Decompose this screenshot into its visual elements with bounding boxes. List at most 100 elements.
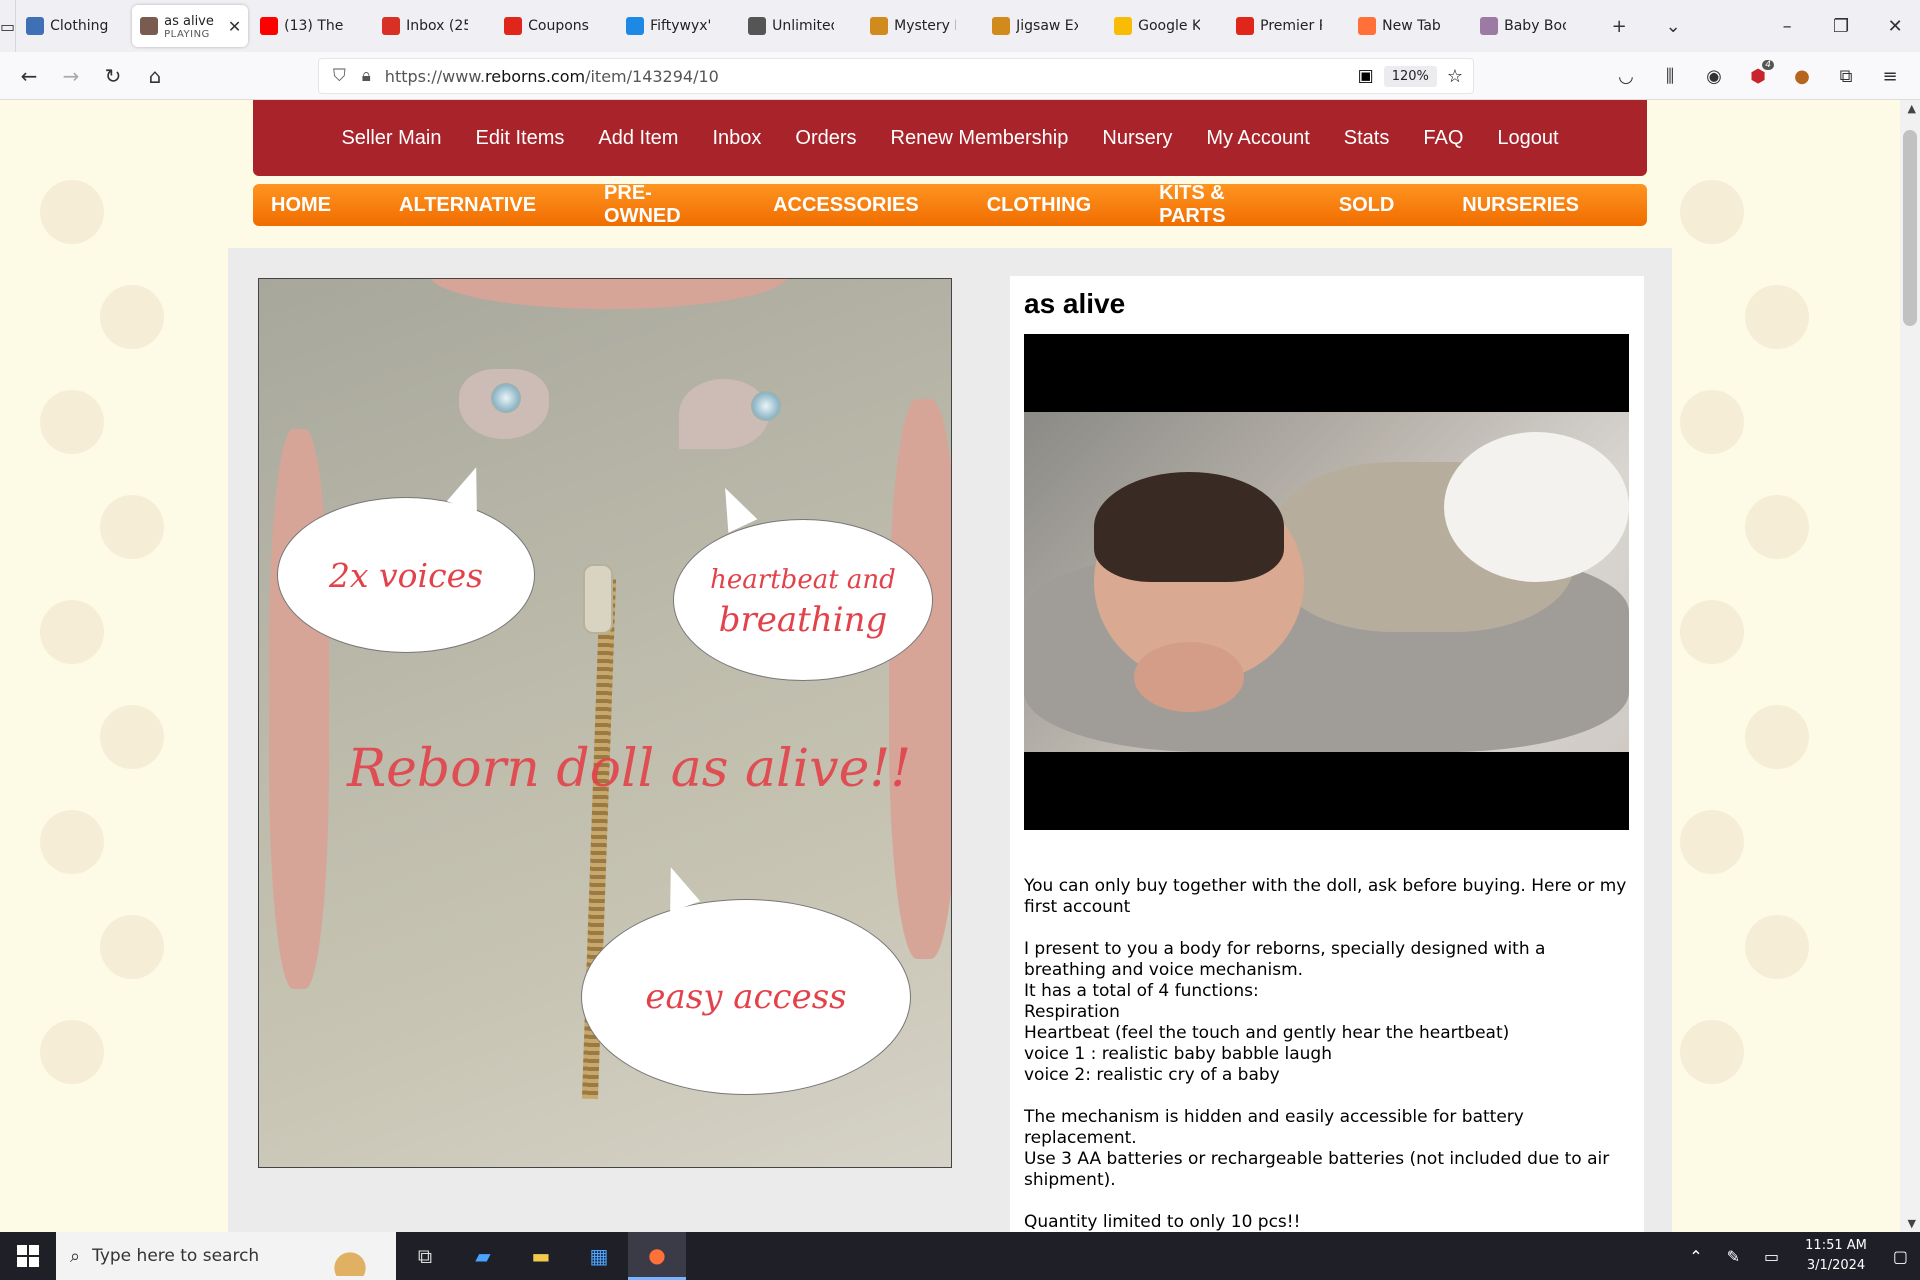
task-view-icon[interactable]: ⧉ (396, 1232, 454, 1280)
close-tab-icon[interactable]: ✕ (228, 17, 241, 36)
nav-link-edit-items[interactable]: Edit Items (475, 127, 564, 150)
new-tab-icon[interactable]: + (1592, 16, 1646, 37)
nav-link-stats[interactable]: Stats (1344, 127, 1390, 150)
category-link-alternative[interactable]: ALTERNATIVE (399, 194, 536, 217)
gmail-icon (382, 17, 401, 35)
restore-icon[interactable]: ❐ (1814, 16, 1868, 37)
tab-10[interactable]: Premier Pr (1228, 6, 1346, 46)
firefox-taskbar-icon[interactable]: ● (628, 1232, 686, 1280)
pen-icon[interactable]: ✎ (1727, 1247, 1740, 1266)
tab-label: as alive (164, 13, 214, 29)
tab-4[interactable]: Coupons a (496, 6, 614, 46)
category-link-clothing[interactable]: CLOTHING (987, 194, 1091, 217)
file-explorer-icon[interactable]: ▬ (512, 1232, 570, 1280)
network-icon[interactable]: ▭ (1764, 1247, 1779, 1266)
tab-3[interactable]: Inbox (256 (374, 6, 492, 46)
chevron-down-icon[interactable]: ⌄ (1646, 16, 1700, 37)
nav-link-orders[interactable]: Orders (795, 127, 856, 150)
category-link-home[interactable]: HOME (271, 194, 331, 217)
youtube-icon (260, 17, 279, 35)
url-text[interactable]: https://www.reborns.com/item/143294/10 (385, 67, 719, 86)
url-bar[interactable]: ⛉ 🔒︎ https://www.reborns.com/item/143294… (318, 58, 1474, 94)
description-line: voice 2: realistic cry of a baby (1024, 1065, 1280, 1085)
item-video-player[interactable] (1024, 334, 1629, 830)
atom-icon (748, 17, 767, 35)
notifications-icon[interactable]: ▢ (1893, 1247, 1908, 1266)
shop-icon (1480, 17, 1499, 35)
adblock-icon[interactable]: ⬢ 4 (1738, 60, 1778, 92)
windows-start-icon[interactable] (0, 1232, 56, 1280)
scroll-thumb[interactable] (1903, 130, 1917, 326)
tab-9[interactable]: Google Ke (1106, 6, 1224, 46)
caption-voices: 2x voices (328, 555, 484, 595)
tab-7[interactable]: Mystery Pu (862, 6, 980, 46)
nav-link-my-account[interactable]: My Account (1206, 127, 1309, 150)
tab-list-icon[interactable]: ▭ (0, 0, 17, 52)
reload-icon[interactable]: ↻ (92, 58, 134, 94)
tab-6[interactable]: Unlimited T (740, 6, 858, 46)
tab-8[interactable]: Jigsaw Exp (984, 6, 1102, 46)
reader-view-icon[interactable]: ▣ (1358, 66, 1374, 86)
category-link-pre-owned[interactable]: PRE-OWNED (604, 182, 705, 228)
library-icon[interactable]: ⫼ (1650, 60, 1690, 92)
category-link-nurseries[interactable]: NURSERIES (1462, 194, 1579, 217)
tab-2[interactable]: (13) The nc (252, 6, 370, 46)
page-scrollbar[interactable]: ▲ ▼ (1900, 100, 1920, 1232)
tab-0[interactable]: Clothing su (18, 6, 128, 46)
category-link-accessories[interactable]: ACCESSORIES (773, 194, 919, 217)
minimize-icon[interactable]: – (1760, 16, 1814, 37)
tab-12[interactable]: Baby Booti (1472, 6, 1590, 46)
tab-1[interactable]: as alive PLAYING ✕ (132, 5, 249, 47)
nav-link-faq[interactable]: FAQ (1423, 127, 1463, 150)
nav-link-inbox[interactable]: Inbox (712, 127, 761, 150)
url-prefix: https://www. (384, 66, 486, 86)
back-icon[interactable]: ← (8, 58, 50, 94)
video-frame (1024, 412, 1629, 752)
store-icon[interactable]: ▦ (570, 1232, 628, 1280)
baby-chin (429, 279, 789, 309)
description-line: It has a total of 4 functions: (1024, 981, 1259, 1001)
opera-icon (504, 17, 523, 35)
nav-link-renew-membership[interactable]: Renew Membership (891, 127, 1069, 150)
tab-5[interactable]: Fiftywyx's F (618, 6, 736, 46)
category-link-sold[interactable]: SOLD (1339, 194, 1395, 217)
extension-monkey-icon[interactable]: ● (1782, 60, 1822, 92)
zoom-level[interactable]: 120% (1383, 65, 1437, 87)
description-line: I present to you a body for reborns, spe… (1024, 939, 1546, 980)
shield-icon[interactable]: ⛉ (333, 66, 346, 86)
category-link-kits-parts[interactable]: KITS & PARTS (1159, 182, 1271, 228)
item-main-image[interactable]: 2x voices heartbeat and breathing Reborn … (258, 278, 952, 1168)
nav-link-seller-main[interactable]: Seller Main (341, 127, 441, 150)
photos-app-icon[interactable]: ▰ (454, 1232, 512, 1280)
description-line: Respiration (1024, 1002, 1120, 1022)
lock-icon[interactable]: 🔒︎ (362, 66, 371, 86)
nav-link-nursery[interactable]: Nursery (1102, 127, 1172, 150)
nav-link-add-item[interactable]: Add Item (598, 127, 678, 150)
seller-nav: Seller Main Edit Items Add Item Inbox Orders… (253, 100, 1647, 176)
scroll-down-icon[interactable]: ▼ (1908, 1217, 1916, 1230)
puzzle-icon (992, 17, 1011, 35)
tab-11[interactable]: New Tab (1350, 6, 1468, 46)
menu-icon[interactable]: ≡ (1870, 60, 1910, 92)
taskbar-search[interactable]: ⌕ Type here to search (56, 1232, 396, 1280)
caption-heartbeat: heartbeat and (710, 565, 896, 595)
nav-link-logout[interactable]: Logout (1497, 127, 1558, 150)
forward-icon[interactable]: → (50, 58, 92, 94)
video-baby-hair (1094, 472, 1284, 582)
bb-icon (26, 17, 45, 35)
pocket-icon[interactable]: ◡ (1606, 60, 1646, 92)
tab-label: (13) The nc (284, 18, 346, 34)
tray-chevron-up-icon[interactable]: ⌃ (1689, 1247, 1702, 1266)
description-line: Heartbeat (feel the touch and gently hea… (1024, 1023, 1510, 1043)
tab-label: Coupons a (528, 18, 590, 34)
scroll-up-icon[interactable]: ▲ (1908, 102, 1916, 115)
extensions-icon[interactable]: ⧉ (1826, 60, 1866, 92)
clock[interactable]: 11:51 AM 3/1/2024 (1805, 1236, 1867, 1276)
firefox-icon (1358, 17, 1377, 35)
tab-label: Mystery Pu (894, 18, 956, 34)
close-window-icon[interactable]: ✕ (1868, 16, 1920, 37)
opera-icon (1236, 17, 1255, 35)
bookmark-star-icon[interactable]: ☆ (1447, 66, 1463, 87)
home-icon[interactable]: ⌂ (134, 58, 176, 94)
account-icon[interactable]: ◉ (1694, 60, 1734, 92)
